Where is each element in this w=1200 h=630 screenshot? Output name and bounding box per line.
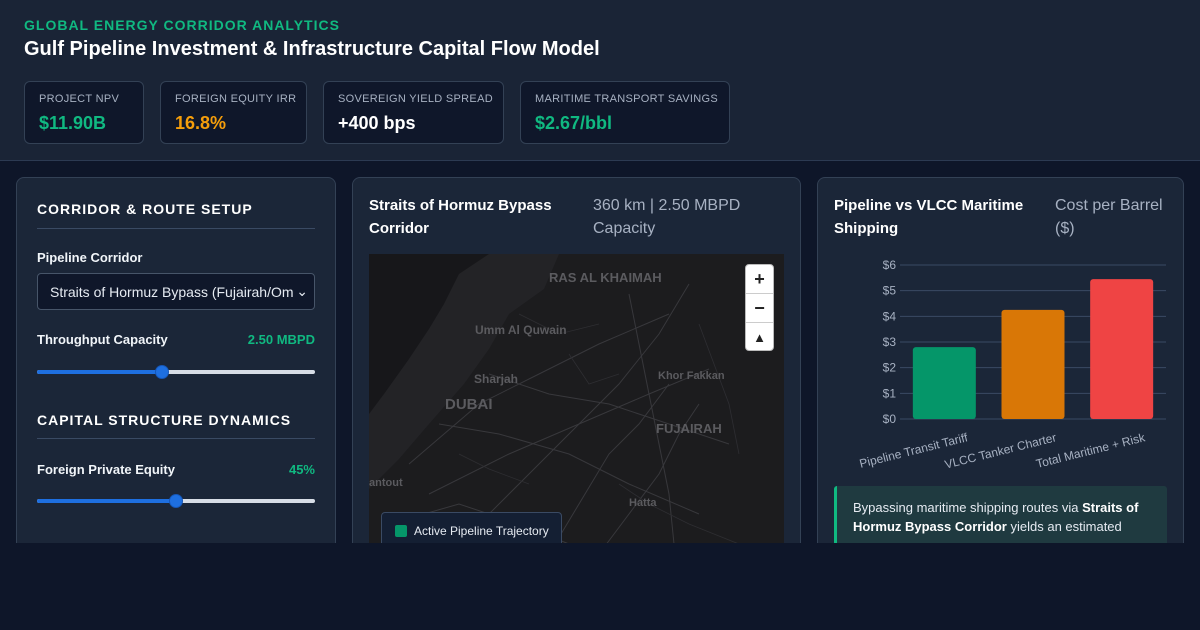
cost-bar-chart: $0$1$2$3$4$5$6Pipeline Transit TariffVLC… <box>858 258 1166 472</box>
kpi-label: PROJECT NPV <box>39 93 120 105</box>
section-heading-capital: CAPITAL STRUCTURE DYNAMICS <box>37 412 292 428</box>
throughput-slider[interactable] <box>37 364 315 380</box>
map-place-label: antout <box>369 477 403 489</box>
kpi-card-yield-spread: SOVEREIGN YIELD SPREAD +400 bps <box>323 81 504 144</box>
zoom-in-button[interactable]: + <box>746 265 773 294</box>
setup-panel: CORRIDOR & ROUTE SETUP Pipeline Corridor… <box>16 177 336 597</box>
map-card-subtitle: 360 km | 2.50 MBPD Capacity <box>593 197 741 237</box>
map-panel: Straits of Hormuz Bypass Corridor 360 km… <box>352 177 801 597</box>
map-place-label: RAS AL KHAIMAH <box>549 270 662 285</box>
zoom-out-button[interactable]: − <box>746 294 773 323</box>
map-place-label: Khor Fakkan <box>658 370 725 382</box>
header: GLOBAL ENERGY CORRIDOR ANALYTICS Gulf Pi… <box>0 0 1200 161</box>
corridor-select[interactable]: Straits of Hormuz Bypass (Fujairah/Om ⌄ <box>37 273 315 310</box>
slider-fill <box>37 499 176 503</box>
cost-card-title: Pipeline vs VLCC Maritime Shipping <box>834 197 1024 237</box>
corridor-label: Pipeline Corridor <box>37 250 143 265</box>
kpi-card-transport-savings: MARITIME TRANSPORT SAVINGS $2.67/bbl <box>520 81 730 144</box>
divider <box>37 228 315 229</box>
y-tick-label: $2 <box>883 361 897 375</box>
map-place-label: FUJAIRAH <box>656 421 722 436</box>
y-tick-label: $6 <box>883 258 897 272</box>
y-tick-label: $1 <box>883 386 897 400</box>
bar <box>1090 279 1154 419</box>
slider-fill <box>37 370 163 374</box>
slider-thumb[interactable] <box>169 494 183 508</box>
kpi-label: SOVEREIGN YIELD SPREAD <box>338 93 493 105</box>
viewport-bottom <box>0 543 1200 630</box>
cost-panel: Pipeline vs VLCC Maritime Shipping Cost … <box>817 177 1184 597</box>
map-card-title: Straits of Hormuz Bypass Corridor <box>369 197 552 237</box>
throughput-value: 2.50 MBPD <box>247 332 315 347</box>
divider <box>37 438 315 439</box>
map-view[interactable]: RAS AL KHAIMAH Umm Al Quwain Sharjah DUB… <box>369 254 784 554</box>
kpi-label: FOREIGN EQUITY IRR <box>175 93 297 105</box>
kpi-value: $2.67/bbl <box>535 113 613 133</box>
insight-text: yields an estimated <box>1006 519 1122 534</box>
y-tick-label: $0 <box>883 412 897 426</box>
map-place-label: Hatta <box>629 497 657 509</box>
map-place-label: Umm Al Quwain <box>475 323 567 337</box>
slider-thumb[interactable] <box>155 365 170 379</box>
y-tick-label: $4 <box>883 309 897 323</box>
compass-icon[interactable]: ▲ <box>746 323 773 352</box>
kpi-value: $11.90B <box>39 113 107 133</box>
header-eyebrow: GLOBAL ENERGY CORRIDOR ANALYTICS <box>24 17 340 33</box>
y-tick-label: $5 <box>883 284 897 298</box>
insight-text: Bypassing maritime shipping routes via <box>853 500 1083 515</box>
equity-slider[interactable] <box>37 493 315 509</box>
bar <box>1001 309 1065 419</box>
bar <box>912 347 976 419</box>
legend-swatch <box>395 525 407 537</box>
legend-label: Active Pipeline Trajectory <box>414 524 549 538</box>
equity-label: Foreign Private Equity <box>37 462 175 477</box>
kpi-label: MARITIME TRANSPORT SAVINGS <box>535 93 719 105</box>
corridor-select-value: Straits of Hormuz Bypass (Fujairah/Om <box>50 284 294 300</box>
map-basemap <box>369 254 740 554</box>
page-title: Gulf Pipeline Investment & Infrastructur… <box>24 38 600 60</box>
kpi-value: +400 bps <box>338 113 416 133</box>
y-tick-label: $3 <box>883 335 897 349</box>
throughput-label: Throughput Capacity <box>37 332 168 347</box>
map-zoom-control: + − ▲ <box>745 264 774 351</box>
kpi-card-irr: FOREIGN EQUITY IRR 16.8% <box>160 81 307 144</box>
section-heading-route: CORRIDOR & ROUTE SETUP <box>37 201 253 217</box>
chevron-down-icon: ⌄ <box>296 283 308 299</box>
map-place-label: DUBAI <box>445 396 493 413</box>
kpi-card-npv: PROJECT NPV $11.90B <box>24 81 144 144</box>
kpi-value: 16.8% <box>175 113 227 133</box>
equity-value: 45% <box>288 462 315 477</box>
cost-card-subtitle: Cost per Barrel ($) <box>1055 197 1163 237</box>
map-place-label: Sharjah <box>474 372 519 386</box>
